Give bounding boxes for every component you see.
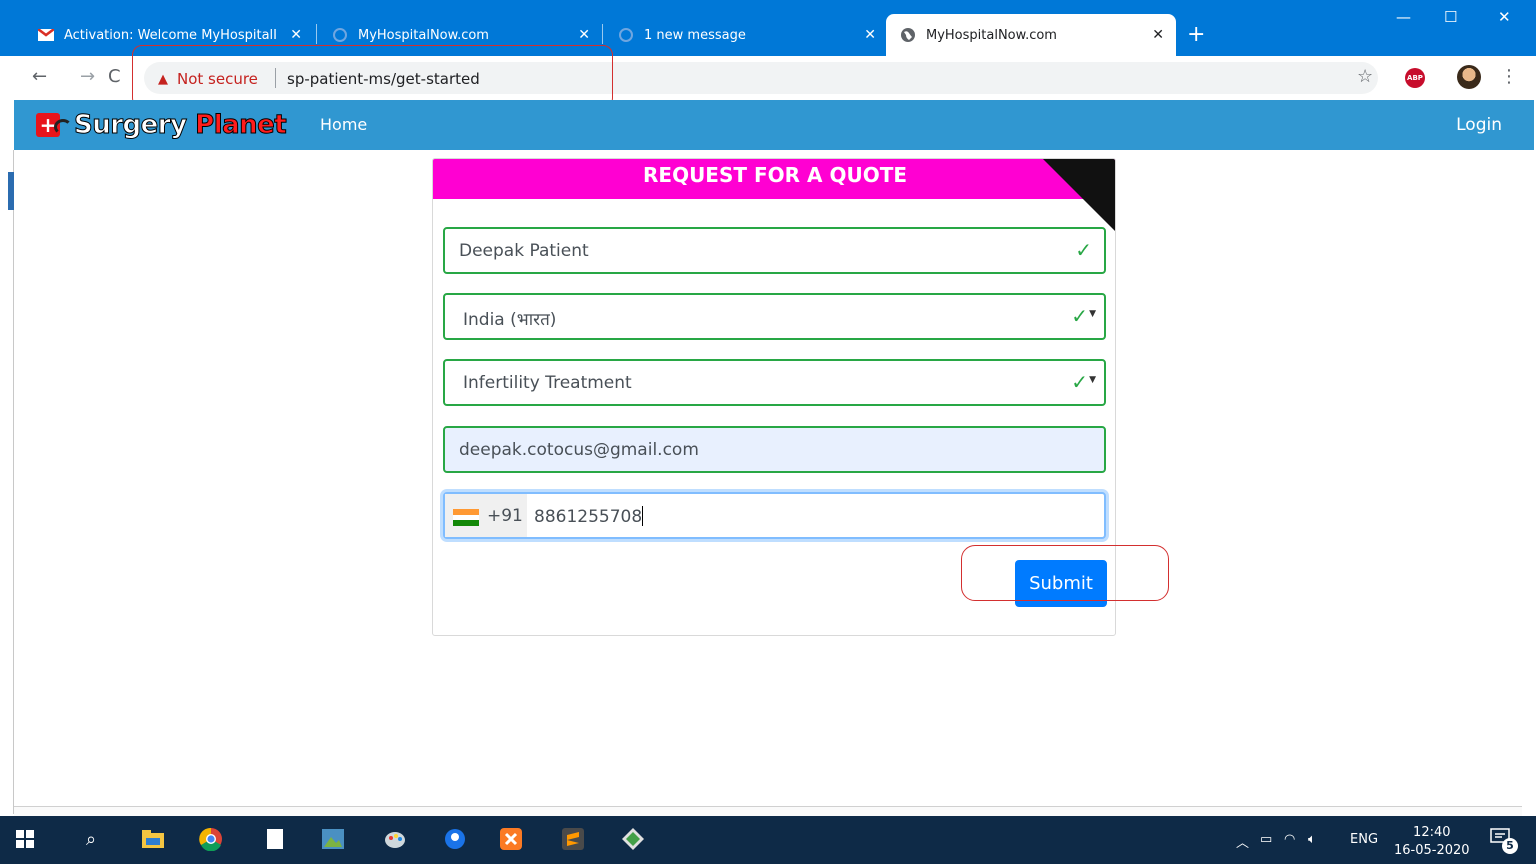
chevron-down-icon: ▼ <box>1089 309 1096 319</box>
notification-count-badge: 5 <box>1502 838 1518 854</box>
xampp-icon[interactable] <box>498 826 524 852</box>
maps-pin-icon[interactable] <box>442 826 468 852</box>
treatment-value: Infertility Treatment <box>463 373 632 393</box>
close-tab-icon[interactable]: ✕ <box>1152 27 1164 43</box>
valid-check-icon: ✓ <box>1071 370 1088 394</box>
country-select[interactable]: India (भारत) ✓ ▼ <box>443 293 1106 340</box>
loading-globe-icon <box>332 27 348 43</box>
windows-start-icon[interactable] <box>12 826 38 852</box>
name-value: Deepak Patient <box>459 241 589 261</box>
tab-new-message[interactable]: 1 new message ✕ <box>604 14 888 56</box>
phone-input[interactable]: +91 8861255708 <box>443 492 1106 539</box>
text-cursor <box>642 506 644 526</box>
gmail-icon <box>38 27 54 43</box>
forward-arrow-icon[interactable]: → <box>80 66 95 87</box>
close-window-icon[interactable]: ✕ <box>1498 8 1511 26</box>
annotation-circle-submit <box>961 545 1169 601</box>
clock-time: 12:40 <box>1413 825 1451 840</box>
notepad-icon[interactable] <box>262 826 288 852</box>
email-input[interactable]: deepak.cotocus@gmail.com <box>443 426 1106 473</box>
tab-title: MyHospitalNow.com <box>358 27 489 43</box>
image-editor-icon[interactable] <box>320 826 346 852</box>
maximize-icon[interactable]: ☐ <box>1444 8 1457 26</box>
adblock-icon[interactable]: ABP <box>1405 68 1425 88</box>
tray-chevron-up-icon[interactable]: ︿ <box>1236 832 1249 851</box>
language-indicator[interactable]: ENG <box>1350 832 1378 847</box>
annotation-circle-url <box>132 45 613 108</box>
nav-home-link[interactable]: Home <box>320 115 367 134</box>
minimize-icon[interactable]: — <box>1396 8 1411 26</box>
tab-divider <box>602 24 603 44</box>
back-arrow-icon[interactable]: ← <box>32 66 47 87</box>
loading-globe-icon <box>618 27 634 43</box>
country-value: India (भारत) <box>463 310 557 330</box>
chevron-down-icon: ▼ <box>1089 375 1096 385</box>
tab-myhospitalnow-active[interactable]: MyHospitalNow.com ✕ <box>886 14 1176 56</box>
dial-code: +91 <box>487 506 523 526</box>
search-icon[interactable]: ⌕ <box>78 826 104 852</box>
valid-check-icon: ✓ <box>1075 238 1092 262</box>
file-explorer-icon[interactable] <box>140 826 166 852</box>
logo-cross-icon: + <box>36 109 74 141</box>
system-clock[interactable]: 12:40 16-05-2020 <box>1394 824 1470 860</box>
globe-icon <box>900 27 916 43</box>
phone-value: 8861255708 <box>534 507 643 527</box>
india-flag-icon <box>453 509 479 526</box>
treatment-select[interactable]: Infertility Treatment ✓ ▼ <box>443 359 1106 406</box>
new-tab-button[interactable]: + <box>1187 24 1205 46</box>
bookmark-star-icon[interactable]: ☆ <box>1357 66 1373 87</box>
window-left-edge <box>0 150 14 814</box>
windows-taskbar: ⌕ ︿ ▭ ◠ 🔈︎ ENG 12:40 16-05-2020 5 <box>0 816 1536 864</box>
email-value: deepak.cotocus@gmail.com <box>459 440 699 460</box>
sublime-text-icon[interactable] <box>560 826 586 852</box>
paint-icon[interactable] <box>382 826 408 852</box>
surgery-planet-logo[interactable]: + Surgery Planet <box>36 109 288 141</box>
wifi-icon[interactable]: ◠ <box>1284 832 1295 847</box>
valid-check-icon: ✓ <box>1071 304 1088 328</box>
name-input[interactable]: Deepak Patient ✓ <box>443 227 1106 274</box>
close-tab-icon[interactable]: ✕ <box>290 27 302 43</box>
site-navbar: + Surgery Planet Home Login <box>14 100 1534 150</box>
tab-title: MyHospitalNow.com <box>926 27 1057 43</box>
clock-date: 16-05-2020 <box>1394 843 1470 858</box>
chrome-icon[interactable] <box>198 826 224 852</box>
window-bottom-edge <box>14 806 1522 816</box>
action-center-icon[interactable]: 5 <box>1490 828 1518 854</box>
logo-word-planet: Planet <box>195 110 288 141</box>
close-tab-icon[interactable]: ✕ <box>578 27 590 43</box>
nav-login-link[interactable]: Login <box>1456 115 1502 135</box>
git-diamond-icon[interactable] <box>620 826 646 852</box>
logo-word-surgery: Surgery <box>74 110 188 141</box>
tab-title: 1 new message <box>644 27 746 43</box>
tab-title: Activation: Welcome MyHospitalI <box>64 27 277 43</box>
volume-icon[interactable]: 🔈︎ <box>1308 832 1316 847</box>
reload-icon[interactable]: C <box>108 66 121 87</box>
profile-avatar[interactable] <box>1457 65 1481 89</box>
battery-icon[interactable]: ▭ <box>1260 832 1272 847</box>
close-tab-icon[interactable]: ✕ <box>864 27 876 43</box>
menu-kebab-icon[interactable]: ⋮ <box>1500 66 1518 87</box>
form-title: REQUEST FOR A QUOTE <box>643 163 907 187</box>
country-code-selector[interactable]: +91 <box>445 494 527 537</box>
tab-divider <box>316 24 317 44</box>
